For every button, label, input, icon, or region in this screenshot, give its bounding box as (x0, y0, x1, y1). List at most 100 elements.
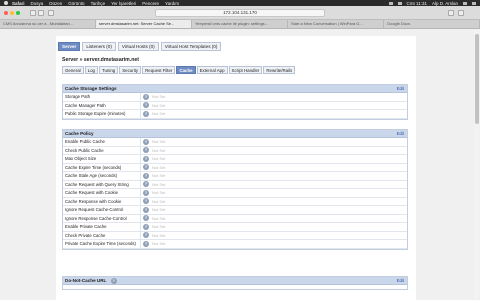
tab-virtual-hosts[interactable]: Virtual Hosts (0) (117, 42, 159, 51)
menu-help[interactable]: Yardım (165, 1, 179, 6)
search-icon[interactable] (463, 1, 467, 5)
help-icon[interactable]: ? (143, 223, 149, 230)
setting-value: Not Set (152, 139, 166, 145)
server-sub-tabs: General Log Tuning Security Request Filt… (62, 66, 296, 74)
setting-label: Max Object Size (63, 155, 141, 163)
sidebar-icon[interactable] (48, 10, 54, 16)
tabs-overview-icon[interactable] (458, 10, 464, 16)
browser-tab[interactable]: CMS Arzularına su cer a - Muhdaktan... (0, 20, 96, 28)
menubar-clock[interactable]: Cmt 11:31 (407, 1, 427, 6)
forward-icon[interactable] (38, 10, 44, 16)
window-controls (4, 11, 22, 15)
help-icon[interactable]: ? (110, 277, 117, 284)
help-icon[interactable]: ? (143, 102, 149, 109)
setting-label: Check Private Cache (63, 231, 141, 239)
help-icon[interactable]: ? (143, 232, 149, 239)
help-icon[interactable]: ? (143, 181, 149, 188)
tab-script-handler[interactable]: Script Handler (228, 66, 263, 74)
setting-value: Not Set (152, 94, 166, 100)
tab-server[interactable]: Server (58, 42, 81, 51)
edit-link[interactable]: Edit (397, 130, 404, 137)
tab-rewrite-rails[interactable]: Rewrite/Rails (263, 66, 296, 74)
edit-link[interactable]: Edit (397, 85, 404, 92)
setting-value: Not Set (152, 173, 166, 179)
help-icon[interactable]: ? (143, 198, 149, 205)
menu-app[interactable]: Safari (12, 1, 25, 6)
help-icon[interactable]: ? (143, 164, 149, 171)
address-bar[interactable]: 172.104.131.170 (155, 9, 325, 17)
cache-storage-settings-panel: Cache Storage Settings Edit Storage Path… (62, 84, 408, 120)
help-icon[interactable]: ? (143, 215, 149, 222)
help-icon[interactable]: ? (143, 155, 149, 162)
menu-edit[interactable]: Düzen (49, 1, 62, 6)
setting-value: Not Set (152, 181, 166, 187)
help-icon[interactable]: ? (143, 240, 149, 247)
browser-toolbar: 172.104.131.170 (0, 6, 480, 20)
tab-virtual-host-templates[interactable]: Virtual Host Templates (0) (160, 42, 222, 51)
menu-window[interactable]: Pencere (142, 1, 159, 6)
setting-row: Max Object Size? Not Set (63, 155, 407, 164)
setting-value: Not Set (152, 232, 166, 238)
menu-bookmarks[interactable]: Yer İşaretleri (111, 1, 136, 6)
panel-header: Do-Not-Cache URL ? Edit (63, 277, 407, 285)
help-icon[interactable]: ? (143, 172, 149, 179)
minimize-window-icon[interactable] (10, 11, 14, 15)
setting-label: Cache Request with Query String (63, 180, 141, 188)
setting-row: Private Cache Expire Time (seconds)? Not … (63, 240, 407, 249)
setting-value: Not Set (152, 224, 166, 230)
apple-icon[interactable] (4, 1, 8, 5)
close-window-icon[interactable] (4, 11, 8, 15)
browser-tab[interactable]: Start a New Conversation | WinPara G... (288, 20, 384, 28)
menu-history[interactable]: Tarihçe (91, 1, 106, 6)
setting-label: Cache Request with Cookie (63, 189, 141, 197)
battery-icon[interactable] (397, 1, 402, 5)
setting-label: Cache Manager Path (63, 101, 141, 109)
browser-tab[interactable]: Yeepresti cms cache ile plugin: settings… (192, 20, 288, 28)
menubar-user[interactable]: Alp D. Arslan (432, 1, 458, 6)
help-icon[interactable]: ? (143, 189, 149, 196)
breadcrumb: Server » server.dmstasarim.net (62, 57, 139, 63)
tab-tuning[interactable]: Tuning (98, 66, 119, 74)
tab-listeners[interactable]: Listeners (0) (82, 42, 116, 51)
web-page: Server Listeners (0) Virtual Hosts (0) V… (56, 36, 416, 300)
panel-title: Cache Storage Settings (65, 86, 117, 91)
setting-label: Ignore Response Cache-Control (63, 214, 141, 222)
setting-row: Enable Private Cache? Not Set (63, 223, 407, 232)
page-scrollbar[interactable] (474, 30, 479, 298)
edit-link[interactable]: Edit (397, 277, 404, 284)
tab-cache[interactable]: Cache (176, 66, 196, 74)
wifi-icon[interactable] (388, 1, 393, 5)
setting-value: Not Set (152, 215, 166, 221)
tab-log[interactable]: Log (84, 66, 98, 74)
tab-external-app[interactable]: External App (196, 66, 228, 74)
setting-label: Public Storage Expire (minutes) (63, 110, 141, 118)
scroll-thumb[interactable] (474, 34, 479, 124)
setting-row: Ignore Response Cache-Control? Not Set (63, 214, 407, 223)
help-icon[interactable]: ? (143, 93, 149, 100)
zoom-window-icon[interactable] (16, 11, 20, 15)
setting-row: Cache Response with Cookie? Not Set (63, 197, 407, 206)
setting-row: Check Private Cache? Not Set (63, 231, 407, 240)
setting-value: Not Set (152, 156, 166, 162)
help-icon[interactable]: ? (143, 147, 149, 154)
browser-tab-active[interactable]: server.dmstasarim.net: Server Cache Se..… (96, 20, 192, 28)
back-icon[interactable] (30, 10, 36, 16)
setting-label: Cache Stale Age (seconds) (63, 172, 141, 180)
tab-security[interactable]: Security (119, 66, 142, 74)
setting-label: Cache Response with Cookie (63, 197, 141, 205)
setting-label: Private Cache Expire Time (seconds) (63, 240, 141, 248)
panel-title: Cache Policy (65, 131, 94, 136)
help-icon[interactable]: ? (143, 138, 149, 145)
browser-tab-strip: CMS Arzularına su cer a - Muhdaktan... s… (0, 20, 480, 29)
help-icon[interactable]: ? (143, 206, 149, 213)
menu-view[interactable]: Görüntü (68, 1, 84, 6)
browser-tab[interactable]: Google Docs (384, 20, 480, 28)
menu-file[interactable]: Dosya (31, 1, 44, 6)
tab-request-filter[interactable]: Request Filter (142, 66, 176, 74)
setting-value: Not Set (152, 111, 166, 117)
tab-general[interactable]: General (62, 66, 84, 74)
setting-row: Cache Expire Time (seconds)? Not Set (63, 163, 407, 172)
share-icon[interactable] (448, 10, 454, 16)
help-icon[interactable]: ? (143, 110, 149, 117)
list-icon[interactable] (472, 1, 476, 5)
